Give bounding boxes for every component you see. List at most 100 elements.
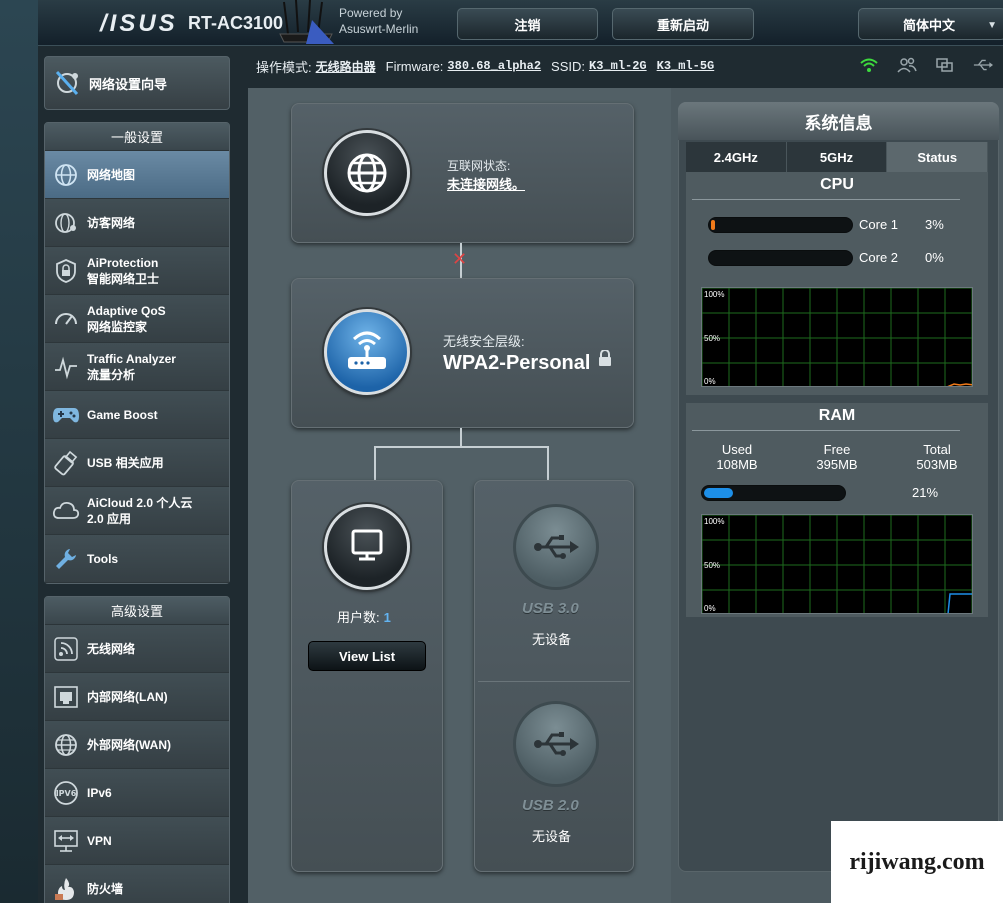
advanced-item-2[interactable]: 外部网络(WAN) (45, 721, 229, 769)
general-settings-title: 一般设置 (45, 123, 229, 151)
advanced-item-label-line1: 防火墙 (87, 881, 124, 896)
advanced-item-label: VPN (87, 833, 112, 849)
general-item-label-line2: 流量分析 (87, 367, 136, 382)
globe-icon (51, 160, 81, 190)
general-item-label: Traffic Analyzer 流量分析 (87, 351, 176, 383)
tree-connector-right (547, 446, 549, 480)
disconnected-x-icon: ✕ (452, 249, 468, 269)
general-item-label-line1: AiCloud 2.0 个人云 (87, 495, 193, 510)
internet-status-value[interactable]: 未连接网线。 (447, 174, 525, 193)
tab-status[interactable]: Status (887, 142, 989, 172)
general-item-4[interactable]: Traffic Analyzer 流量分析 (45, 343, 229, 391)
advanced-item-label-line1: VPN (87, 833, 112, 848)
general-item-label: Adaptive QoS 网络监控家 (87, 303, 166, 335)
general-item-label: AiProtection 智能网络卫士 (87, 255, 159, 287)
general-item-label-line1: 访客网络 (87, 215, 136, 230)
ipv6-icon: IPV6 (51, 778, 81, 808)
tree-connector-vertical (460, 428, 462, 448)
internet-status-label: 互联网状态: (447, 159, 511, 173)
clients-icon[interactable] (897, 56, 917, 74)
general-item-7[interactable]: AiCloud 2.0 个人云 2.0 应用 (45, 487, 229, 535)
ram-used-label: Used (721, 442, 753, 457)
tree-connector-left (374, 446, 376, 480)
general-item-5[interactable]: Game Boost (45, 391, 229, 439)
usb-icon[interactable] (973, 56, 993, 74)
advanced-item-label-line1: IPv6 (87, 785, 112, 800)
general-item-3[interactable]: Adaptive QoS 网络监控家 (45, 295, 229, 343)
core1-bar (708, 217, 853, 233)
guest-network-icon (51, 208, 81, 238)
logout-button[interactable]: 注销 (457, 8, 598, 40)
network-icon[interactable] (935, 56, 955, 74)
general-item-2[interactable]: AiProtection 智能网络卫士 (45, 247, 229, 295)
powered-by-line2: Asuswrt-Merlin (339, 22, 419, 36)
ram-percent: 21% (912, 485, 939, 500)
asus-logo: /ISUS (100, 10, 178, 37)
ram-total-label: Total (923, 442, 951, 457)
core1-bar-fill (711, 220, 715, 230)
general-item-label-line1: USB 相关应用 (87, 455, 164, 470)
ram-free-value: 395MB (816, 457, 858, 472)
general-item-0[interactable]: 网络地图 (45, 151, 229, 199)
general-item-label: 网络地图 (87, 167, 135, 183)
ssid-2g-link[interactable]: K3_ml-2G (589, 59, 647, 73)
cpu-graph-label-0: 0% (704, 377, 716, 386)
ram-bar-fill (704, 488, 733, 498)
advanced-item-0[interactable]: 无线网络 (45, 625, 229, 673)
system-info-title: 系统信息 (678, 102, 999, 140)
clients-count-label: 用户数: (337, 610, 380, 625)
watermark: rijiwang.com (831, 821, 1003, 903)
ram-total-value: 503MB (916, 457, 958, 472)
general-item-1[interactable]: 访客网络 (45, 199, 229, 247)
core2-label: Core 2 (859, 250, 899, 265)
general-item-label-line1: Traffic Analyzer (87, 351, 176, 366)
general-item-8[interactable]: Tools (45, 535, 229, 583)
usb-divider (478, 681, 630, 682)
language-select[interactable]: 简体中文 ▼ (858, 8, 1003, 40)
ram-graph-label-0: 0% (704, 604, 716, 613)
tab-5ghz[interactable]: 5GHz (786, 142, 888, 172)
firmware-label: Firmware: (385, 58, 444, 74)
internet-globe-icon[interactable] (324, 130, 410, 216)
router-model: RT-AC3100 (188, 13, 284, 33)
gamepad-icon (51, 400, 81, 430)
usb3-icon[interactable] (513, 504, 599, 590)
router-image-icon (276, 0, 336, 44)
advanced-item-4[interactable]: VPN (45, 817, 229, 865)
usb2-label: USB 2.0 (522, 797, 579, 814)
wireless-security-value: WPA2-Personal (443, 352, 591, 374)
wrench-icon (51, 544, 81, 574)
tab-2-4ghz[interactable]: 2.4GHz (686, 142, 787, 172)
advanced-item-label: IPv6 (87, 785, 112, 801)
general-item-label-line1: 网络地图 (87, 167, 136, 182)
advanced-item-3[interactable]: IPV6 IPv6 (45, 769, 229, 817)
view-list-button[interactable]: View List (308, 641, 426, 671)
firmware-link[interactable]: 380.68_alpha2 (447, 59, 541, 73)
ram-free: Free 395MB (797, 442, 877, 472)
ram-title-rule (692, 430, 960, 431)
usb2-icon[interactable] (513, 701, 599, 787)
advanced-item-5[interactable]: 防火墙 (45, 865, 229, 903)
cpu-title-rule (692, 199, 960, 200)
general-item-label: USB 相关应用 (87, 455, 164, 471)
router-icon[interactable] (324, 309, 410, 395)
advanced-item-1[interactable]: 内部网络(LAN) (45, 673, 229, 721)
mode-label: 操作模式: (256, 59, 312, 75)
clients-monitor-icon[interactable] (324, 504, 410, 590)
network-setup-wizard-button[interactable]: 网络设置向导 (44, 56, 230, 110)
general-item-6[interactable]: USB 相关应用 (45, 439, 229, 487)
ram-used-value: 108MB (716, 457, 758, 472)
reboot-button[interactable]: 重新启动 (612, 8, 754, 40)
cpu-section: CPU Core 1 3% Core 2 0% 100% 50% 0% (686, 172, 988, 395)
wifi-icon[interactable] (859, 56, 879, 74)
traffic-icon (51, 352, 81, 382)
general-item-label: Game Boost (87, 407, 158, 423)
mode-link[interactable]: 无线路由器 (316, 58, 376, 75)
ram-graph-label-100: 100% (704, 517, 725, 526)
language-value: 简体中文 (903, 17, 956, 33)
lan-icon (51, 682, 81, 712)
ssid-5g-link[interactable]: K3_ml-5G (657, 59, 715, 73)
svg-text:IPV6: IPV6 (56, 789, 77, 798)
core2-percent: 0% (925, 250, 944, 265)
cpu-usage-graph: 100% 50% 0% (701, 287, 973, 387)
